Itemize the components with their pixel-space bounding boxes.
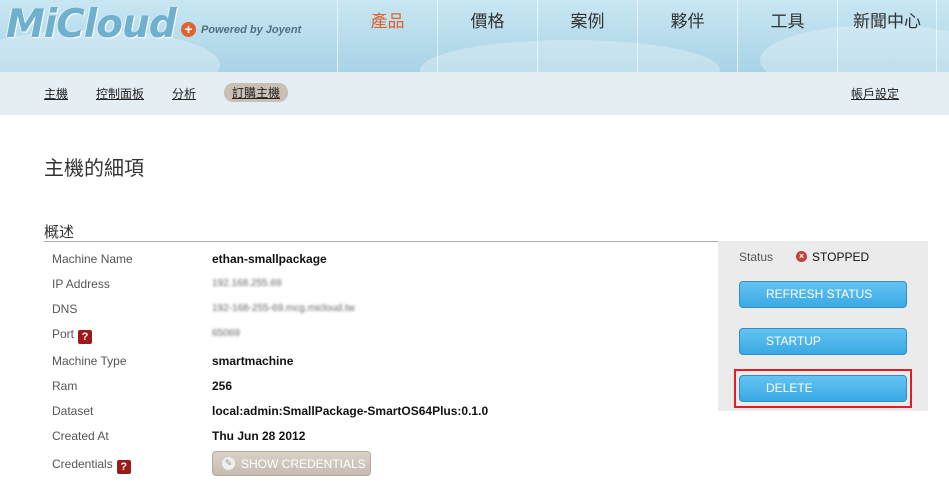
show-credentials-label: SHOW CREDENTIALS [241, 457, 366, 471]
delete-highlight-box [734, 369, 912, 408]
powered-by-text: Powered by Joyent [201, 24, 302, 36]
status-label: Status [739, 250, 774, 264]
detail-value: smartmachine [212, 354, 294, 368]
pencil-icon: ✎ [222, 457, 235, 470]
subnav-item-machines[interactable]: 主機 [44, 85, 68, 102]
detail-row-machine-type: Machine Type smartmachine [52, 354, 712, 374]
plus-icon: + [181, 22, 196, 37]
main-nav: 產品 價格 案例 夥伴 工具 新聞中心 [337, 0, 937, 72]
detail-value: ethan-smallpackage [212, 252, 327, 266]
detail-value: 192.168.255.69 [212, 278, 282, 289]
startup-button[interactable]: STARTUP [739, 328, 907, 355]
detail-label: Created At [52, 429, 109, 443]
detail-label: IP Address [52, 277, 110, 291]
status-value: STOPPED [812, 250, 870, 264]
page-title: 主機的細項 [44, 158, 144, 180]
section-title: 概述 [44, 224, 75, 241]
subnav-item-dashboard[interactable]: 控制面板 [96, 85, 144, 102]
detail-label: Ram [52, 379, 78, 393]
detail-row-dns: DNS 192-168-255-69.mcg.micloud.tw [52, 302, 712, 322]
detail-label: Machine Type [52, 354, 127, 368]
nav-item-pricing[interactable]: 價格 [437, 0, 537, 72]
detail-row-created-at: Created At Thu Jun 28 2012 [52, 429, 712, 449]
refresh-status-button[interactable]: REFRESH STATUS [739, 281, 907, 308]
stopped-x-icon: × [796, 251, 807, 262]
detail-label: Port? [52, 327, 93, 344]
detail-value: 256 [212, 379, 233, 393]
nav-item-news[interactable]: 新聞中心 [837, 0, 937, 72]
detail-value: Thu Jun 28 2012 [212, 429, 306, 443]
show-credentials-button[interactable]: ✎ SHOW CREDENTIALS [212, 451, 371, 476]
nav-item-products[interactable]: 產品 [337, 0, 437, 72]
nav-item-cases[interactable]: 案例 [537, 0, 637, 72]
help-icon[interactable]: ? [78, 330, 93, 344]
detail-label: Credentials? [52, 457, 131, 474]
subnav-item-analytics[interactable]: 分析 [172, 85, 196, 102]
detail-label: Machine Name [52, 252, 133, 266]
detail-value: 65069 [212, 328, 240, 339]
detail-label-text: Credentials [52, 457, 113, 471]
detail-row-machine-name: Machine Name ethan-smallpackage [52, 252, 712, 272]
logo-text: MiCloud [6, 2, 177, 47]
help-icon[interactable]: ? [116, 460, 131, 474]
detail-label: DNS [52, 302, 78, 316]
detail-label-text: Port [52, 327, 75, 341]
detail-value: local:admin:SmallPackage-SmartOS64Plus:0… [212, 404, 489, 418]
nav-item-partners[interactable]: 夥伴 [637, 0, 737, 72]
subnav-item-order-machine[interactable]: 訂購主機 [224, 83, 289, 102]
detail-row-dataset: Dataset local:admin:SmallPackage-SmartOS… [52, 404, 712, 424]
nav-item-tools[interactable]: 工具 [737, 0, 837, 72]
detail-row-ram: Ram 256 [52, 379, 712, 399]
top-header: MiCloud + Powered by Joyent 產品 價格 案例 夥伴 … [0, 0, 949, 72]
detail-row-port: Port? 65069 [52, 327, 712, 347]
detail-row-credentials: Credentials? ✎ SHOW CREDENTIALS [52, 451, 712, 477]
sub-nav: 主機 控制面板 分析 訂購主機 帳戶設定 [0, 72, 949, 115]
detail-value: 192-168-255-69.mcg.micloud.tw [212, 303, 355, 314]
detail-row-ip-address: IP Address 192.168.255.69 [52, 277, 712, 297]
detail-label: Dataset [52, 404, 94, 418]
account-settings-link[interactable]: 帳戶設定 [851, 85, 899, 102]
